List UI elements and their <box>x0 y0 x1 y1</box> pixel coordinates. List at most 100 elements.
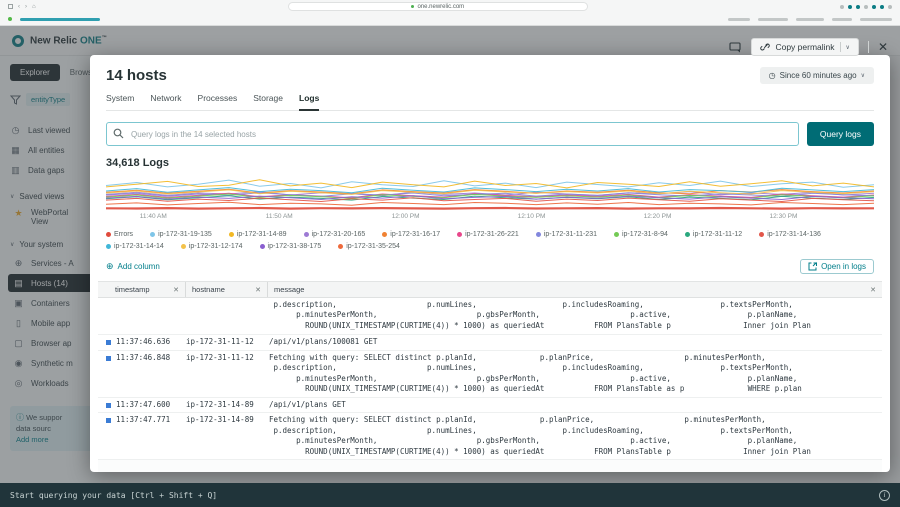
log-timestamp: 11:37:46.4 <box>116 298 186 332</box>
legend-dot-icon <box>180 244 186 249</box>
x-tick-label: 12:10 PM <box>517 213 546 220</box>
legend-dot-icon <box>303 232 309 237</box>
legend-item-ip-172-31-38-175[interactable]: ip-172-31-38-175 <box>259 243 322 250</box>
log-level-icon <box>106 340 111 345</box>
legend-dot-icon <box>259 244 265 249</box>
legend-item-ip-172-31-12-174[interactable]: ip-172-31-12-174 <box>180 243 243 250</box>
series-errors <box>106 206 874 210</box>
back-icon[interactable]: ‹ <box>18 4 20 10</box>
log-row[interactable]: 11:37:46.4ip-172-31-11-12Fetching with q… <box>98 298 882 335</box>
x-tick-label: 12:30 PM <box>769 213 798 220</box>
browser-extension-icons[interactable] <box>840 4 892 9</box>
legend-item-ip-172-31-16-17[interactable]: ip-172-31-16-17 <box>382 231 440 238</box>
legend-dot-icon <box>106 232 111 237</box>
legend-item-ip-172-31-11-231[interactable]: ip-172-31-11-231 <box>535 231 597 238</box>
logs-timeseries-chart[interactable] <box>106 172 874 212</box>
add-column-button[interactable]: ⊕ Add column <box>106 261 160 272</box>
legend-item-ip-172-31-14-89[interactable]: ip-172-31-14-89 <box>228 231 287 238</box>
legend-dot-icon <box>684 232 690 237</box>
series-ip-172-31-19-135 <box>106 179 874 189</box>
tab-processes[interactable]: Processes <box>198 93 238 110</box>
legend-label: ip-172-31-38-175 <box>267 243 322 250</box>
log-row[interactable]: 11:37:47.771 ip-172-31-14-89 Fetching with… <box>98 413 882 460</box>
legend-item-ip-172-31-35-254[interactable]: ip-172-31-35-254 <box>338 243 400 250</box>
feedback-icon[interactable] <box>729 41 742 53</box>
home-icon[interactable]: ⌂ <box>32 4 36 10</box>
legend-item-ip-172-31-11-12[interactable]: ip-172-31-11-12 <box>684 231 743 238</box>
search-icon <box>113 128 124 139</box>
log-hostname: ip-172-31-14-89 <box>186 399 254 409</box>
legend-label: ip-172-31-14-14 <box>114 243 164 250</box>
screen: ‹ › ⌂ one.newrelic.com Copy permalink ∨ … <box>0 0 900 507</box>
column-header-timestamp[interactable]: timestamp ✕ <box>98 282 186 297</box>
legend-label: ip-172-31-20-165 <box>311 231 366 238</box>
legend-item-ip-172-31-14-136[interactable]: ip-172-31-14-136 <box>759 231 821 238</box>
url-bar[interactable]: one.newrelic.com <box>287 2 588 11</box>
status-dot-icon <box>8 17 12 21</box>
legend-dot-icon <box>106 244 111 249</box>
remove-column-icon[interactable]: ✕ <box>173 286 179 294</box>
x-tick-label: 11:50 AM <box>265 213 293 220</box>
log-level-icon <box>106 418 111 423</box>
legend-dot-icon <box>613 232 619 237</box>
legend-dot-icon <box>338 244 344 249</box>
log-row[interactable]: 11:37:46.636 ip-172-31-11-12/api/v1/plans… <box>98 335 882 351</box>
tab-logs[interactable]: Logs <box>299 93 320 111</box>
remove-column-icon[interactable]: ✕ <box>870 286 876 294</box>
modal-tabs: System Network Processes Storage Logs <box>106 93 874 111</box>
bookmarks-link-placeholder[interactable] <box>20 17 100 21</box>
legend-label: ip-172-31-8-94 <box>621 231 668 238</box>
time-picker[interactable]: ◷ Since 60 minutes ago ∨ <box>759 67 874 84</box>
legend-item-ip-172-31-14-14[interactable]: ip-172-31-14-14 <box>106 243 164 250</box>
legend-item-ip-172-31-19-135[interactable]: ip-172-31-19-135 <box>150 231 212 238</box>
log-query-input[interactable] <box>106 122 799 146</box>
log-timestamp: 11:37:46.636 <box>116 337 171 346</box>
status-bar-text: Start querying your data [Ctrl + Shift +… <box>10 490 218 500</box>
menu-bar-placeholder[interactable] <box>728 17 892 21</box>
log-row[interactable]: 11:37:47.600 ip-172-31-14-89/api/v1/plans… <box>98 398 882 413</box>
log-message: Fetching with query: SELECT distinct p.p… <box>269 299 811 330</box>
log-timestamp: 11:37:47.771 <box>116 415 171 424</box>
x-tick-label: 12:20 PM <box>643 213 672 220</box>
legend-item-ip-172-31-20-165[interactable]: ip-172-31-20-165 <box>303 231 366 238</box>
legend-item-ip-172-31-8-94[interactable]: ip-172-31-8-94 <box>613 231 668 238</box>
legend-label: ip-172-31-19-135 <box>158 231 212 238</box>
series-ip-172-31-35-254 <box>106 201 874 206</box>
external-link-icon <box>808 262 818 271</box>
remove-column-icon[interactable]: ✕ <box>255 286 261 294</box>
legend-label: Errors <box>114 231 134 238</box>
clock-icon: ◷ <box>768 71 776 80</box>
tab-system[interactable]: System <box>106 93 134 110</box>
info-icon[interactable]: i <box>879 489 890 501</box>
legend-dot-icon <box>535 232 541 237</box>
legend-label: ip-172-31-11-231 <box>543 231 597 238</box>
legend-label: ip-172-31-35-254 <box>346 243 400 250</box>
tab-storage[interactable]: Storage <box>253 93 283 110</box>
legend-item-errors[interactable]: Errors <box>106 231 133 238</box>
legend-label: ip-172-31-12-174 <box>188 243 243 250</box>
legend-dot-icon <box>228 232 234 237</box>
close-icon[interactable]: ✕ <box>878 41 888 53</box>
logs-table-header: timestamp ✕ hostname ✕ message ✕ <box>98 282 882 298</box>
forward-icon[interactable]: › <box>25 4 27 10</box>
query-status-bar[interactable]: Start querying your data [Ctrl + Shift +… <box>0 483 900 507</box>
legend-item-ip-172-31-26-221[interactable]: ip-172-31-26-221 <box>457 231 519 238</box>
table-footer-filler <box>98 460 882 472</box>
modal-actions: Copy permalink ∨ ✕ <box>729 38 888 56</box>
log-message: Fetching with query: SELECT distinct p.p… <box>269 415 811 456</box>
legend-label: ip-172-31-11-12 <box>692 231 743 238</box>
window-tab-icon[interactable] <box>8 4 13 9</box>
legend-dot-icon <box>457 232 463 237</box>
column-header-hostname[interactable]: hostname ✕ <box>186 282 268 297</box>
legend-label: ip-172-31-14-89 <box>236 231 287 238</box>
open-in-logs-button[interactable]: Open in logs <box>800 259 874 274</box>
copy-permalink-button[interactable]: Copy permalink ∨ <box>751 38 859 56</box>
x-tick-label: 11:40 AM <box>139 213 167 220</box>
query-logs-button[interactable]: Query logs <box>806 122 874 146</box>
log-row[interactable]: 11:37:46.848 ip-172-31-11-12 Fetching with… <box>98 351 882 398</box>
link-icon <box>760 43 771 51</box>
log-hostname: ip-172-31-11-12 <box>186 337 254 346</box>
log-message: Fetching with query: SELECT distinct p.p… <box>269 352 802 394</box>
column-header-message[interactable]: message ✕ <box>268 282 882 297</box>
tab-network[interactable]: Network <box>150 93 181 110</box>
